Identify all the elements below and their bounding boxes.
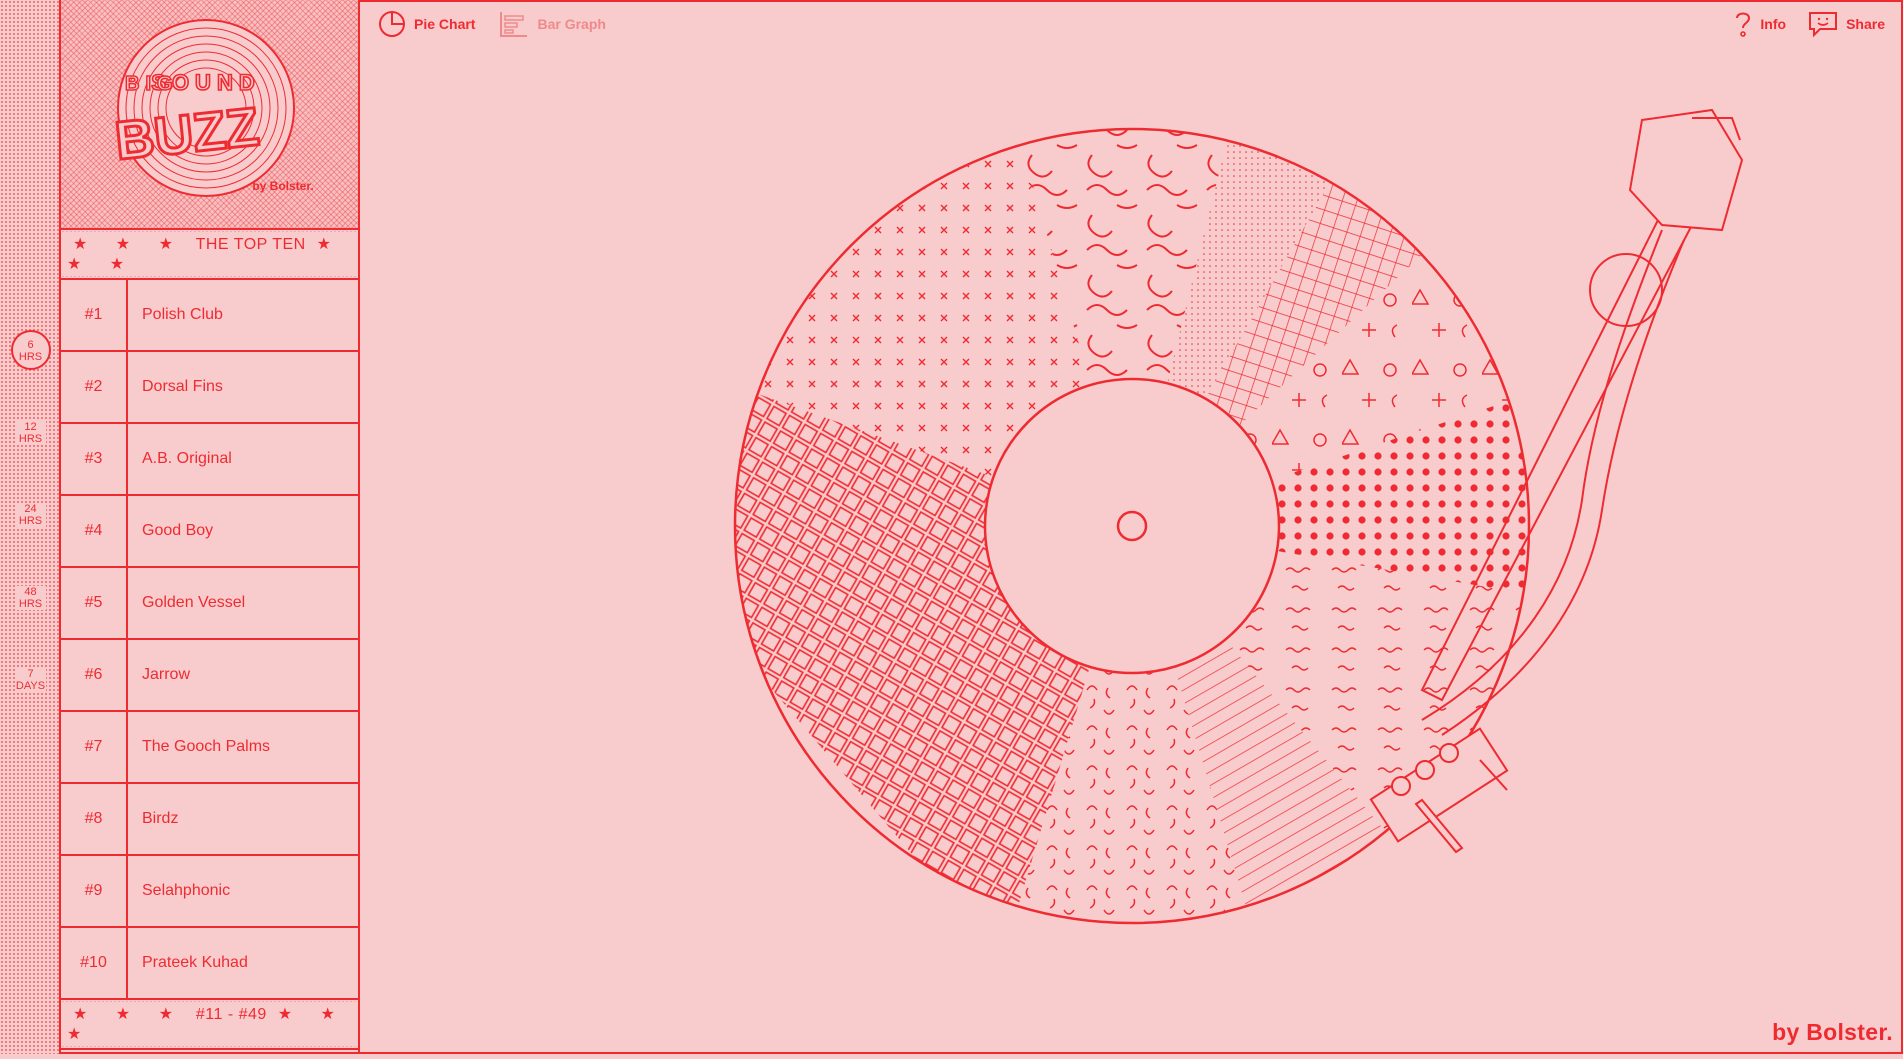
artist-name: Selahphonic [128, 856, 358, 926]
list-item[interactable]: #9Selahphonic [61, 856, 358, 928]
rank-label: #9 [61, 856, 128, 926]
time-filter-num: 12 [16, 421, 46, 433]
list-item[interactable]: #1Polish Club [61, 280, 358, 352]
rank-label: #3 [61, 424, 128, 494]
list-item[interactable]: #8Birdz [61, 784, 358, 856]
logo-big-text: BIG [125, 73, 179, 95]
more-artists-toggle[interactable]: ★ ★ ★ #11 - #49 ★ ★ ★ [61, 1000, 358, 1050]
list-item[interactable]: #5Golden Vessel [61, 568, 358, 640]
time-filter-unit: HRS [16, 433, 46, 445]
list-item[interactable]: #10Prateek Kuhad [61, 928, 358, 1000]
artist-name: Birdz [128, 784, 358, 854]
time-filter-unit: HRS [16, 598, 46, 610]
turntable-stage [362, 0, 1903, 1054]
time-filter-unit: DAYS [16, 680, 46, 692]
top-ten-panel: BUZZ SOUND BIG by Bolster. ★ ★ ★ THE TOP… [61, 0, 360, 1054]
list-item[interactable]: #7The Gooch Palms [61, 712, 358, 784]
time-filter-7-days[interactable]: 7DAYS [0, 668, 61, 692]
record-logo-icon: BUZZ SOUND BIG by Bolster. [61, 0, 358, 230]
top-ten-header: ★ ★ ★ THE TOP TEN ★ ★ ★ [61, 230, 358, 280]
artist-name: A.B. Original [128, 424, 358, 494]
rank-label: #4 [61, 496, 128, 566]
artist-name: Dorsal Fins [128, 352, 358, 422]
rank-label: #6 [61, 640, 128, 710]
time-filter-12-hrs[interactable]: 12HRS [0, 421, 61, 445]
time-filter-num: 6 [13, 339, 49, 351]
vinyl-label [985, 379, 1279, 673]
time-filter-num: 48 [16, 586, 46, 598]
time-filter-unit: HRS [13, 351, 49, 363]
top-ten-list: #1Polish Club #2Dorsal Fins #3A.B. Origi… [61, 280, 358, 1000]
logo[interactable]: BUZZ SOUND BIG by Bolster. [61, 0, 358, 230]
header-stars-left: ★ ★ ★ [73, 236, 185, 253]
artist-name: Prateek Kuhad [128, 928, 358, 998]
list-item[interactable]: #3A.B. Original [61, 424, 358, 496]
list-item[interactable]: #4Good Boy [61, 496, 358, 568]
time-filter-rail: 6HRS 12HRS 24HRS 48HRS 7DAYS [0, 0, 61, 1054]
artist-name: Polish Club [128, 280, 358, 350]
rank-label: #5 [61, 568, 128, 638]
rank-label: #8 [61, 784, 128, 854]
rank-label: #1 [61, 280, 128, 350]
artist-name: Jarrow [128, 640, 358, 710]
footer-stars-left: ★ ★ ★ [73, 1006, 185, 1023]
list-item[interactable]: #2Dorsal Fins [61, 352, 358, 424]
artist-name: Good Boy [128, 496, 358, 566]
artist-name: Golden Vessel [128, 568, 358, 638]
bolster-brand-logo[interactable]: by Bolster. [1772, 1019, 1893, 1046]
time-filter-24-hrs[interactable]: 24HRS [0, 503, 61, 527]
logo-by-text: by Bolster. [252, 179, 313, 193]
time-filter-6-hrs[interactable]: 6HRS [0, 330, 61, 370]
time-filter-num: 24 [16, 503, 46, 515]
turntable-illustration [362, 0, 1903, 1054]
rank-label: #10 [61, 928, 128, 998]
time-filter-num: 7 [16, 668, 46, 680]
rank-label: #2 [61, 352, 128, 422]
artist-name: The Gooch Palms [128, 712, 358, 782]
rank-label: #7 [61, 712, 128, 782]
time-filter-48-hrs[interactable]: 48HRS [0, 586, 61, 610]
time-filter-unit: HRS [16, 515, 46, 527]
list-item[interactable]: #6Jarrow [61, 640, 358, 712]
footer-title: #11 - #49 [196, 1006, 267, 1023]
header-title: THE TOP TEN [196, 236, 306, 253]
